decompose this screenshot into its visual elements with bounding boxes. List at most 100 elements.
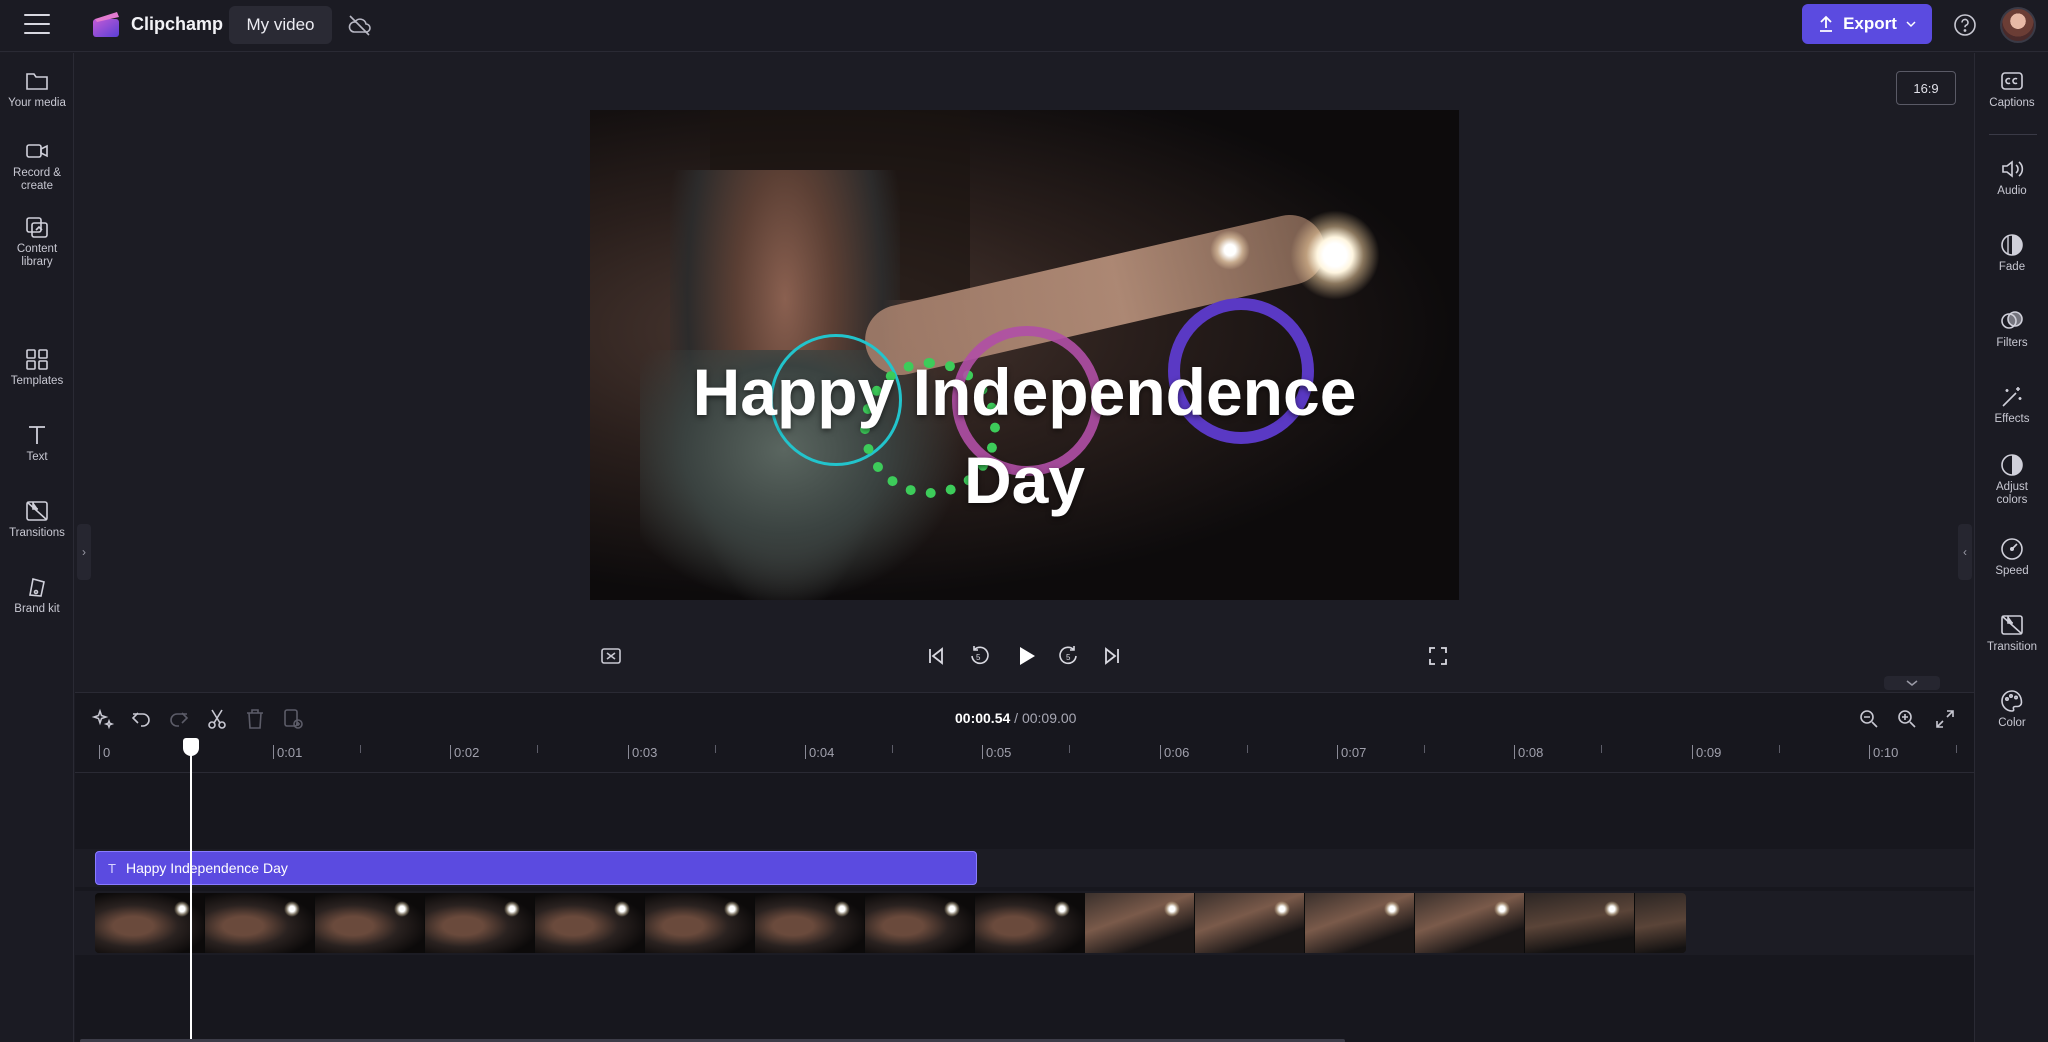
text-clip[interactable]: T Happy Independence Day bbox=[95, 851, 977, 885]
filters-icon bbox=[2001, 311, 2023, 329]
sidebar-item-transitions[interactable]: Transitions bbox=[0, 499, 74, 540]
text-clip-label: Happy Independence Day bbox=[125, 860, 288, 876]
ruler-minor-tick bbox=[1956, 745, 1957, 753]
ruler-tick: 0:09 bbox=[1691, 745, 1722, 760]
collapse-timeline-button[interactable] bbox=[1884, 676, 1940, 690]
magic-edit-icon[interactable] bbox=[91, 707, 115, 731]
sidebar-item-record-create[interactable]: Record & create bbox=[0, 139, 74, 193]
collapse-right-panel-button[interactable]: ‹ bbox=[1958, 524, 1972, 580]
video-thumbnail bbox=[315, 893, 425, 953]
ruler-minor-tick bbox=[360, 745, 361, 753]
property-effects[interactable]: Effects bbox=[1975, 385, 2048, 426]
avatar[interactable] bbox=[2000, 7, 2036, 43]
sidebar-item-your-media[interactable]: Your media bbox=[0, 69, 74, 110]
add-to-library-icon[interactable] bbox=[281, 707, 305, 731]
ruler-minor-tick bbox=[1779, 745, 1780, 753]
sidebar-item-templates[interactable]: Templates bbox=[0, 347, 74, 388]
aspect-ratio-button[interactable]: 16:9 bbox=[1896, 71, 1956, 105]
property-color[interactable]: Color bbox=[1975, 689, 2048, 730]
fit-timeline-icon[interactable] bbox=[1933, 707, 1957, 731]
ruler-tick: 0:02 bbox=[449, 745, 480, 760]
property-speed[interactable]: Speed bbox=[1975, 537, 2048, 578]
text-icon: T bbox=[108, 860, 116, 876]
chevron-down-icon bbox=[1906, 680, 1918, 686]
property-audio[interactable]: Audio bbox=[1975, 157, 2048, 198]
text-icon bbox=[29, 426, 45, 444]
ruler-minor-tick bbox=[715, 745, 716, 753]
rewind-5-icon[interactable]: 5 bbox=[965, 642, 993, 670]
help-icon[interactable] bbox=[1952, 12, 1978, 38]
video-thumbnail bbox=[1085, 893, 1195, 953]
skip-to-start-icon[interactable] bbox=[922, 642, 950, 670]
video-thumbnail bbox=[1195, 893, 1305, 953]
cloud-off-icon[interactable] bbox=[347, 13, 373, 37]
sidebar-item-content-library[interactable]: Content library bbox=[0, 215, 74, 269]
delete-icon[interactable] bbox=[243, 707, 267, 731]
ruler-minor-tick bbox=[1424, 745, 1425, 753]
expand-left-panel-button[interactable]: › bbox=[77, 524, 91, 580]
ruler-tick: 0:07 bbox=[1336, 745, 1367, 760]
brand-kit-icon bbox=[29, 577, 45, 597]
video-thumbnail bbox=[1635, 893, 1686, 953]
sidebar-item-brand-kit[interactable]: Brand kit bbox=[0, 575, 74, 616]
timeline: 00:00.54 / 00:09.00 0 0:01 0:02 0:03 0:0… bbox=[75, 692, 1974, 1042]
property-captions[interactable]: Captions bbox=[1975, 69, 2048, 110]
video-thumbnail bbox=[535, 893, 645, 953]
ruler-minor-tick bbox=[1069, 745, 1070, 753]
forward-5-icon[interactable]: 5 bbox=[1055, 642, 1083, 670]
top-bar: Clipchamp My video Export bbox=[0, 0, 2048, 52]
fade-icon bbox=[2001, 234, 2023, 256]
sidebar-item-text[interactable]: Text bbox=[0, 423, 74, 464]
video-thumbnail bbox=[1415, 893, 1525, 953]
redo-icon[interactable] bbox=[167, 707, 191, 731]
video-title-text: Happy Independence Day bbox=[590, 348, 1459, 524]
undo-icon[interactable] bbox=[129, 707, 153, 731]
split-scissors-icon[interactable] bbox=[205, 707, 229, 731]
svg-text:5: 5 bbox=[976, 653, 981, 662]
export-label: Export bbox=[1843, 14, 1897, 33]
folder-icon bbox=[26, 73, 48, 90]
play-icon[interactable] bbox=[1011, 641, 1041, 671]
time-ruler[interactable]: 0 0:01 0:02 0:03 0:04 0:05 0:06 0:07 0:0… bbox=[75, 745, 1974, 773]
fullscreen-icon[interactable] bbox=[1424, 642, 1452, 670]
sparkler-small bbox=[1210, 230, 1250, 270]
title-line-1: Happy Independence bbox=[692, 355, 1357, 429]
title-line-2: Day bbox=[963, 443, 1086, 517]
divider bbox=[1989, 134, 2037, 135]
ruler-tick: 0 bbox=[98, 745, 111, 760]
zoom-out-icon[interactable] bbox=[1857, 707, 1881, 731]
zoom-in-icon[interactable] bbox=[1895, 707, 1919, 731]
ruler-tick: 0:01 bbox=[272, 745, 303, 760]
project-title[interactable]: My video bbox=[229, 6, 332, 44]
export-button[interactable]: Export bbox=[1802, 4, 1932, 44]
video-thumbnail bbox=[425, 893, 535, 953]
speedometer-icon bbox=[2001, 538, 2023, 560]
skip-to-end-icon[interactable] bbox=[1098, 642, 1126, 670]
palette-icon bbox=[2001, 690, 2023, 712]
left-sidebar: Your media Record & create Content library… bbox=[0, 53, 74, 1042]
video-preview[interactable]: Happy Independence Day bbox=[590, 110, 1459, 600]
magic-wand-icon bbox=[2002, 387, 2022, 407]
ruler-tick: 0:06 bbox=[1159, 745, 1190, 760]
ruler-tick: 0:10 bbox=[1868, 745, 1899, 760]
playhead-line bbox=[190, 745, 192, 1042]
video-thumbnail bbox=[645, 893, 755, 953]
speaker-icon bbox=[2002, 160, 2024, 178]
property-adjust-colors[interactable]: Adjust colors bbox=[1975, 453, 2048, 507]
property-fade[interactable]: Fade bbox=[1975, 233, 2048, 274]
playhead-handle[interactable] bbox=[183, 738, 199, 756]
hide-preview-icon[interactable] bbox=[597, 642, 625, 670]
property-transition[interactable]: Transition bbox=[1975, 613, 2048, 654]
video-clip[interactable] bbox=[95, 893, 1686, 953]
ruler-minor-tick bbox=[1601, 745, 1602, 753]
templates-icon bbox=[26, 349, 48, 370]
menu-icon[interactable] bbox=[24, 14, 50, 36]
contrast-icon bbox=[2001, 454, 2023, 476]
total-time: / 00:09.00 bbox=[1014, 710, 1077, 726]
app-name: Clipchamp bbox=[131, 14, 224, 34]
property-filters[interactable]: Filters bbox=[1975, 309, 2048, 350]
library-icon bbox=[26, 217, 48, 238]
video-thumbnail bbox=[205, 893, 315, 953]
upload-icon bbox=[1820, 15, 1833, 32]
right-sidebar: Captions Audio Fade Filters Effects Adju… bbox=[1974, 53, 2048, 1042]
